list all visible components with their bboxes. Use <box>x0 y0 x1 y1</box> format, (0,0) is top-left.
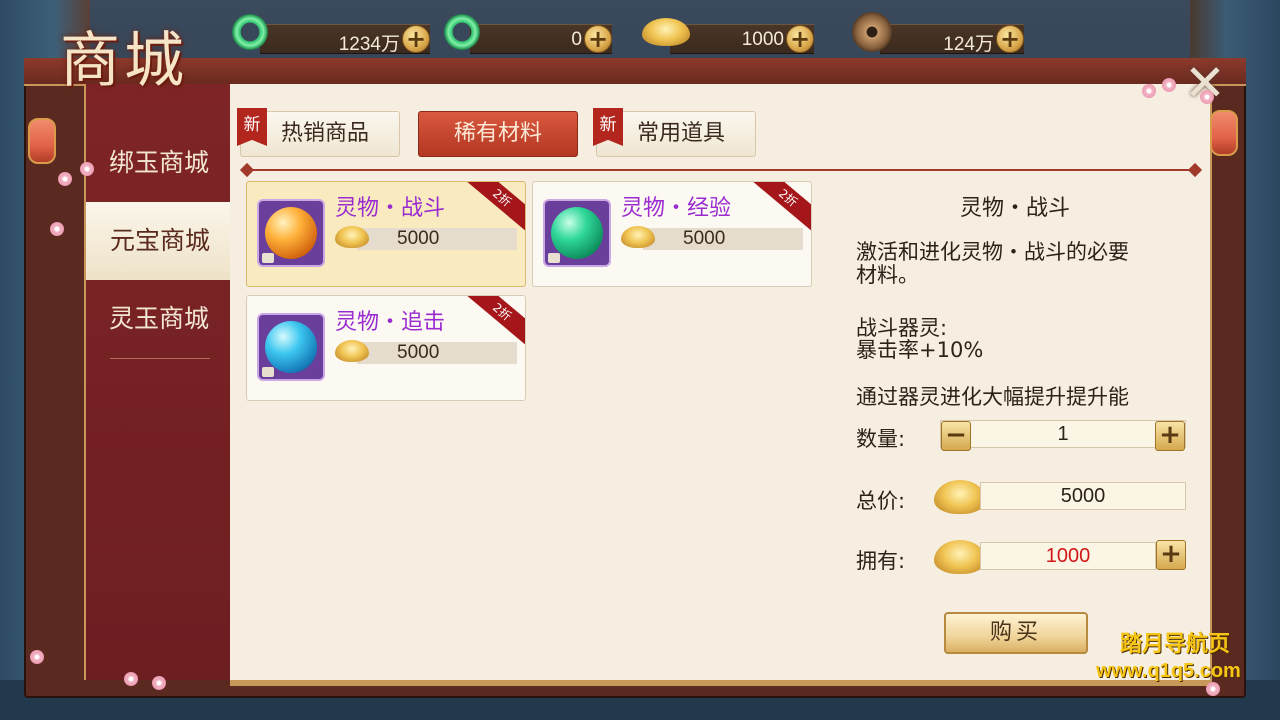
locked-jade-ring-icon <box>442 12 482 52</box>
sidebar-item-spirit-jade[interactable]: 灵玉商城 <box>86 280 232 358</box>
owned-field: 1000 <box>980 542 1156 570</box>
sidebar-item-bound-jade[interactable]: 绑玉商城 <box>86 124 232 202</box>
discount-ribbon: 2折 <box>461 182 525 235</box>
tab-label: 常用道具 <box>636 121 725 146</box>
quantity-label: 数量: <box>856 427 906 451</box>
shop-content: 新 热销商品 稀有材料 新 常用道具 灵物・战斗 5000 2折 灵物・经验 5… <box>230 84 1212 680</box>
currency-jade: 1234万 + <box>260 24 430 55</box>
lock-icon <box>262 253 274 263</box>
total-price-value: 5000 <box>1060 485 1106 507</box>
item-card-combat[interactable]: 灵物・战斗 5000 2折 <box>246 181 526 287</box>
item-name: 灵物・经验 <box>621 196 732 221</box>
item-card-pursuit[interactable]: 灵物・追击 5000 2折 <box>246 295 526 401</box>
blue-spirit-orb-icon <box>265 321 317 373</box>
lock-icon <box>548 253 560 263</box>
add-copper-button[interactable]: + <box>996 25 1024 53</box>
detail-upgrade-note: 通过器灵进化大幅提升提升能 <box>856 385 1129 409</box>
owned-value: 1000 <box>1045 545 1091 567</box>
item-thumbnail <box>543 199 611 267</box>
total-price-label: 总价: <box>856 489 906 513</box>
gold-ingot-icon <box>621 226 655 248</box>
detail-description-cont: 材料。 <box>856 263 919 287</box>
blossom-icon <box>1162 78 1176 92</box>
currency-value: 0 <box>571 29 582 50</box>
green-spirit-orb-icon <box>551 207 603 259</box>
gold-ingot-icon <box>335 340 369 362</box>
orange-spirit-orb-icon <box>265 207 317 259</box>
lantern-icon <box>28 118 56 164</box>
blossom-icon <box>152 676 166 690</box>
detail-title: 灵物・战斗 <box>959 196 1070 221</box>
currency-value: 124万 <box>943 34 994 55</box>
content-bottom-border <box>230 680 1212 686</box>
sidebar-divider <box>110 358 210 359</box>
total-price-field: 5000 <box>980 482 1186 510</box>
tab-label: 稀有材料 <box>453 121 542 146</box>
new-badge: 新 <box>237 108 267 146</box>
lock-icon <box>262 367 274 377</box>
add-jade-button[interactable]: + <box>402 25 430 53</box>
item-thumbnail <box>257 199 325 267</box>
shop-title: 商城 <box>60 26 188 96</box>
owned-label: 拥有: <box>856 549 906 573</box>
blossom-icon <box>1200 90 1214 104</box>
buy-button[interactable]: 购买 <box>944 612 1088 654</box>
watermark-title: 踏月导航页 <box>1120 631 1231 656</box>
blossom-icon <box>58 172 72 186</box>
item-price: 5000 <box>397 342 440 363</box>
currency-copper: 124万 + <box>880 24 1024 55</box>
watermark-url: www.q1q5.com <box>1096 660 1241 682</box>
blossom-icon <box>124 672 138 686</box>
tab-label: 热销商品 <box>280 121 369 146</box>
detail-description: 激活和进化灵物・战斗的必要 <box>856 240 1129 264</box>
blossom-icon <box>50 222 64 236</box>
detail-stat-title: 战斗器灵: <box>856 316 948 340</box>
quantity-value[interactable]: 1 <box>941 423 1185 446</box>
tab-rare-materials[interactable]: 稀有材料 <box>418 111 578 157</box>
new-badge: 新 <box>593 108 623 146</box>
blossom-icon <box>1142 84 1156 98</box>
currency-value: 1234万 <box>338 34 400 55</box>
add-locked-jade-button[interactable]: + <box>584 25 612 53</box>
discount-ribbon: 2折 <box>747 182 811 235</box>
tab-common-items[interactable]: 新 常用道具 <box>593 108 756 157</box>
item-price: 5000 <box>397 228 440 249</box>
sidebar-item-yuanbao[interactable]: 元宝商城 <box>86 202 234 280</box>
copper-coin-icon <box>852 12 892 52</box>
gold-ingot-icon <box>934 540 986 574</box>
item-name: 灵物・战斗 <box>335 196 446 221</box>
item-price: 5000 <box>683 228 726 249</box>
currency-yuanbao: 1000 + <box>670 24 814 54</box>
item-name: 灵物・追击 <box>335 310 446 335</box>
add-yuanbao-button[interactable]: + <box>1156 540 1186 570</box>
shop-sidebar: 绑玉商城 元宝商城 灵玉商城 <box>84 84 234 680</box>
quantity-stepper: − 1 + <box>940 420 1186 451</box>
blossom-icon <box>80 162 94 176</box>
currency-locked-jade: 0 + <box>470 24 612 54</box>
discount-ribbon: 2折 <box>461 296 525 349</box>
item-thumbnail <box>257 313 325 381</box>
detail-stat-value: 暴击率+10% <box>856 338 984 362</box>
blossom-icon <box>1206 682 1220 696</box>
frame-top-bar <box>24 58 1246 86</box>
gold-ingot-icon <box>642 18 690 46</box>
tab-hot-items[interactable]: 新 热销商品 <box>237 108 400 157</box>
add-yuanbao-top-button[interactable]: + <box>786 25 814 53</box>
increase-quantity-button[interactable]: + <box>1155 421 1185 451</box>
currency-value: 1000 <box>741 29 784 50</box>
item-detail-panel: 灵物・战斗 激活和进化灵物・战斗的必要 材料。 战斗器灵: 暴击率+10% 通过… <box>850 84 1200 680</box>
lantern-icon <box>1210 110 1238 156</box>
item-card-exp[interactable]: 灵物・经验 5000 2折 <box>532 181 812 287</box>
gold-ingot-icon <box>934 480 986 514</box>
jade-ring-icon <box>230 12 270 52</box>
blossom-icon <box>30 650 44 664</box>
currency-bar: 1234万 + 0 + 1000 + 124万 + <box>230 12 1280 62</box>
gold-ingot-icon <box>335 226 369 248</box>
